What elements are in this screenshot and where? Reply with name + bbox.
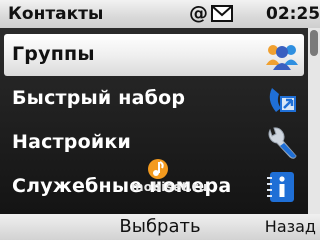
menu-item-speed-dial[interactable]: Быстрый набор	[4, 78, 304, 120]
menu-item-groups[interactable]: Группы	[4, 34, 304, 76]
group-icon	[266, 45, 298, 70]
softkey-bar: Выбрать Назад	[0, 214, 320, 240]
scrollbar-thumb[interactable]	[310, 30, 318, 56]
contacts-menu-list: Группы Быстрый набор Настройки Служебные…	[0, 28, 308, 214]
wrench-icon	[268, 127, 297, 159]
screen-title: Контакты	[8, 4, 104, 24]
back-softkey[interactable]: Назад	[265, 214, 316, 240]
envelope-icon	[211, 5, 233, 22]
watermark-text: mobiset.ru	[131, 180, 208, 194]
scrollbar[interactable]	[308, 28, 320, 214]
at-indicator: @	[189, 2, 208, 24]
menu-item-label: Быстрый набор	[12, 87, 186, 109]
menu-item-label: Группы	[12, 43, 95, 65]
clock: 02:25	[266, 4, 320, 24]
menu-item-label: Настройки	[12, 131, 131, 153]
speed-dial-icon	[269, 88, 296, 112]
music-note-logo-icon	[148, 159, 168, 179]
info-icon	[267, 172, 294, 202]
status-bar: Контакты @ 02:25	[0, 0, 320, 28]
